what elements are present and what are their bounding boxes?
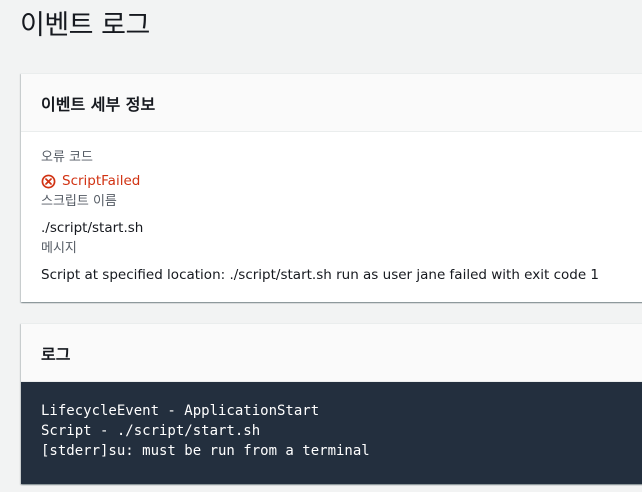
page-title: 이벤트 로그 (20, 10, 150, 41)
error-code-value-row: ScriptFailed (41, 172, 626, 191)
error-code-value: ScriptFailed (62, 173, 141, 189)
message-value: Script at specified location: ./script/s… (41, 267, 600, 283)
log-line: LifecycleEvent - ApplicationStart (41, 403, 320, 419)
event-details-header: 이벤트 세부 정보 (21, 74, 642, 132)
message-label: 메시지 (41, 241, 77, 256)
logs-header: 로그 (21, 324, 642, 382)
log-line: Script - ./script/start.sh (41, 423, 261, 439)
log-output: LifecycleEvent - ApplicationStart Script… (21, 382, 642, 484)
error-circle-x-icon (41, 174, 56, 189)
script-name-label: 스크립트 이름 (41, 194, 117, 209)
event-details-body: 오류 코드 ScriptFailed 스크립트 이름 ./script/star… (21, 132, 642, 285)
logs-panel: 로그 LifecycleEvent - ApplicationStart Scr… (21, 323, 642, 484)
logs-title: 로그 (41, 344, 71, 364)
script-name-value: ./script/start.sh (41, 220, 144, 236)
error-code-label: 오류 코드 (41, 150, 93, 165)
log-line: [stderr]su: must be run from a terminal (41, 443, 370, 459)
event-details-title: 이벤트 세부 정보 (41, 94, 156, 114)
event-details-panel: 이벤트 세부 정보 오류 코드 ScriptFailed 스크립트 이름 ./s… (21, 73, 642, 302)
